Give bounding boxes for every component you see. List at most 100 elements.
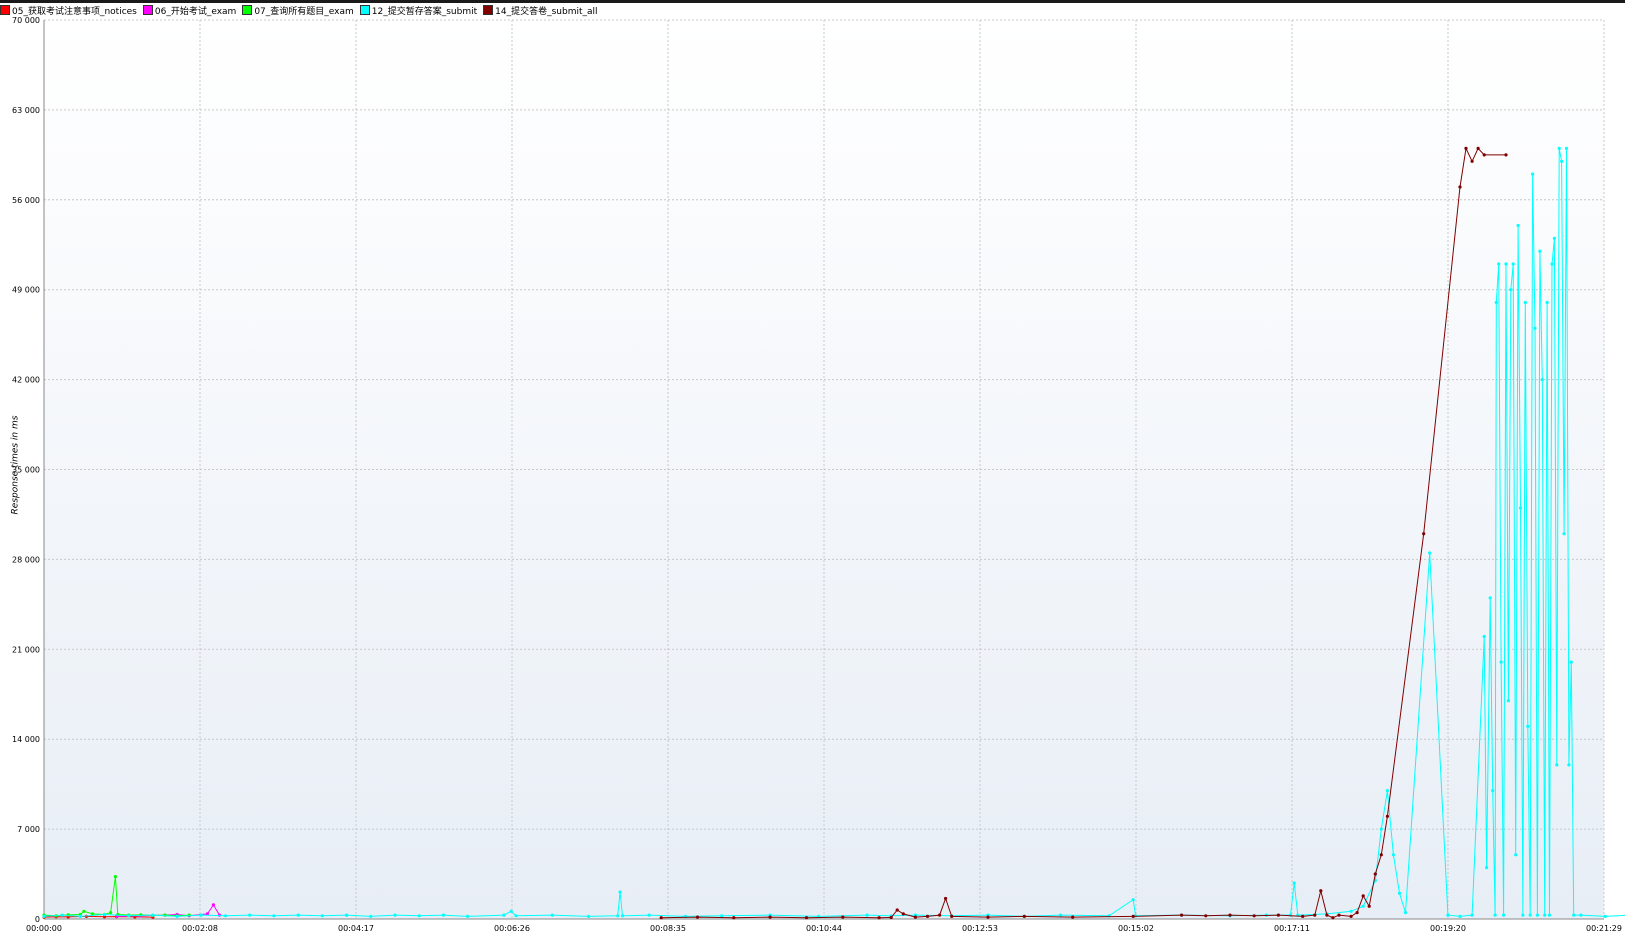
data-point (1518, 506, 1523, 510)
data-point (865, 913, 869, 917)
y-tick-label: 28 000 (12, 555, 40, 564)
data-point (1560, 159, 1564, 163)
data-point (1516, 223, 1520, 228)
data-point (901, 912, 905, 916)
data-point (102, 912, 107, 917)
data-point (1276, 913, 1280, 917)
data-point (1470, 913, 1474, 917)
data-point (1494, 300, 1498, 305)
data-point (393, 913, 397, 917)
data-point (1379, 827, 1383, 831)
x-tick-label: 00:04:17 (338, 924, 374, 933)
data-point (175, 914, 179, 919)
data-point (369, 914, 373, 919)
data-point (889, 915, 893, 920)
data-point (841, 915, 845, 919)
data-point (1569, 660, 1573, 664)
data-point (618, 890, 622, 894)
data-point (1403, 911, 1408, 915)
data-point (1550, 262, 1554, 266)
data-point (320, 914, 324, 918)
data-point (950, 914, 954, 919)
data-point (1493, 913, 1497, 917)
data-point (1482, 153, 1486, 157)
data-point (1337, 913, 1341, 917)
data-point (1540, 378, 1544, 382)
data-point (139, 913, 143, 917)
data-point (895, 908, 899, 912)
data-point (1567, 763, 1571, 767)
data-point (109, 911, 113, 915)
x-tick-label: 00:19:20 (1430, 924, 1466, 933)
data-point (1545, 300, 1549, 305)
data-point (550, 913, 554, 917)
series-line (43, 915, 153, 918)
data-point (1511, 262, 1515, 266)
data-point (466, 914, 470, 919)
data-point (1533, 326, 1537, 330)
y-tick-label: 56 000 (12, 196, 40, 205)
data-point (1331, 916, 1335, 920)
data-point (1552, 236, 1556, 240)
data-point (647, 913, 651, 917)
x-tick-label: 00:12:53 (962, 924, 998, 933)
x-tick-label: 00:15:02 (1118, 924, 1154, 933)
data-point (1313, 913, 1317, 917)
x-tick-label: 00:17:11 (1274, 924, 1310, 933)
data-point (944, 896, 948, 901)
data-point (913, 915, 918, 919)
data-point (1228, 913, 1232, 917)
data-point (1476, 146, 1480, 150)
data-point (1397, 891, 1402, 895)
x-tick-label: 00:00:00 (26, 924, 62, 933)
data-point (509, 909, 513, 913)
data-point (1071, 915, 1075, 919)
y-tick-label: 0 (35, 915, 40, 924)
data-point (1252, 914, 1256, 918)
data-point (768, 915, 772, 919)
data-point (1514, 853, 1518, 857)
data-point (1538, 249, 1542, 253)
data-point (1497, 262, 1501, 266)
data-point (1379, 853, 1383, 857)
x-tick-label: 00:02:08 (182, 924, 218, 933)
data-point (127, 914, 131, 918)
data-point (1204, 914, 1208, 918)
data-point (1349, 914, 1353, 919)
data-point (1059, 913, 1063, 917)
data-point (804, 916, 809, 920)
data-point (1603, 914, 1607, 919)
data-point (296, 913, 300, 917)
data-point (1523, 300, 1527, 305)
data-point (1180, 913, 1184, 917)
data-point (1543, 913, 1547, 917)
data-point (1491, 789, 1495, 793)
data-point (272, 914, 276, 918)
response-time-chart: 0 7 000 14 000 21 000 28 000 35 000 42 000 49 0… (12, 16, 1625, 933)
data-point (1319, 889, 1323, 893)
data-point (199, 913, 203, 917)
data-point (1531, 172, 1535, 176)
data-point (1373, 872, 1377, 876)
data-point (151, 913, 155, 917)
data-point (938, 913, 942, 917)
y-tick-label: 7 000 (17, 825, 40, 834)
data-point (1509, 288, 1513, 292)
x-tick-label: 00:08:35 (650, 924, 686, 933)
data-point (1361, 894, 1365, 898)
data-point (1504, 262, 1508, 266)
data-point (1325, 913, 1329, 917)
x-tick-label: 00:21:29 (1586, 924, 1622, 933)
data-point (1526, 724, 1530, 729)
data-point (1535, 913, 1539, 917)
data-point (1385, 814, 1389, 818)
data-point (248, 913, 252, 917)
data-point (1361, 904, 1365, 908)
data-point (1391, 853, 1395, 857)
data-point (1458, 914, 1462, 919)
data-point (1301, 914, 1305, 919)
data-point (1131, 898, 1135, 902)
data-point (1292, 881, 1296, 885)
y-tick-label: 63 000 (12, 106, 40, 115)
data-point (82, 909, 86, 913)
